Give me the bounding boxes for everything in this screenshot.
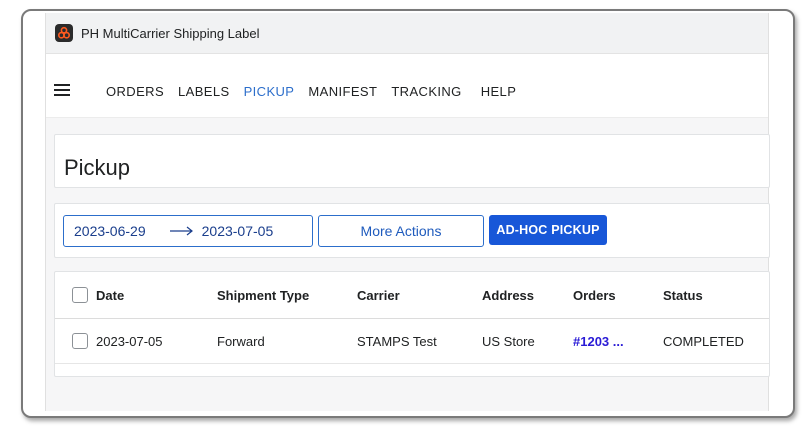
page-header-card: Pickup	[54, 134, 770, 188]
pickup-table-card: Date Shipment Type Carrier Address Order…	[54, 271, 770, 377]
app-logo-icon	[55, 24, 73, 42]
cell-address: US Store	[482, 318, 573, 364]
column-header-date[interactable]: Date	[96, 272, 217, 319]
nav-item-orders[interactable]: ORDERS	[106, 84, 164, 99]
adhoc-pickup-button[interactable]: AD-HOC PICKUP	[489, 215, 607, 245]
app-titlebar: PH MultiCarrier Shipping Label	[46, 13, 768, 54]
date-range-picker[interactable]: 2023-06-29 2023-07-05	[63, 215, 313, 247]
app-container: PH MultiCarrier Shipping Label ORDERS LA…	[45, 13, 770, 411]
app-title: PH MultiCarrier Shipping Label	[81, 25, 260, 41]
top-nav: ORDERS LABELS PICKUP MANIFEST TRACKING H…	[46, 54, 768, 118]
hamburger-menu-icon[interactable]	[54, 84, 70, 96]
row-checkbox[interactable]	[72, 333, 88, 349]
nav-item-manifest[interactable]: MANIFEST	[308, 84, 377, 99]
more-actions-button[interactable]: More Actions	[318, 215, 484, 247]
arrow-right-icon	[169, 226, 194, 236]
nav-item-tracking[interactable]: TRACKING	[391, 84, 461, 99]
table-header-row: Date Shipment Type Carrier Address Order…	[55, 272, 769, 319]
nav-item-pickup[interactable]: PICKUP	[244, 84, 295, 99]
filter-card: 2023-06-29 2023-07-05 More Actions AD-HO…	[54, 203, 770, 258]
select-all-checkbox[interactable]	[72, 287, 88, 303]
table-row[interactable]: 2023-07-05 Forward STAMPS Test US Store …	[55, 318, 769, 364]
date-range-start: 2023-06-29	[74, 223, 146, 239]
cell-date: 2023-07-05	[96, 318, 217, 364]
cell-status: COMPLETED	[663, 318, 769, 364]
order-link[interactable]: #1203 ...	[573, 334, 624, 349]
nav-item-help[interactable]: HELP	[481, 84, 517, 99]
page-title: Pickup	[64, 155, 131, 180]
pickup-table: Date Shipment Type Carrier Address Order…	[55, 272, 769, 364]
nav-menu: ORDERS LABELS PICKUP MANIFEST TRACKING H…	[106, 84, 530, 99]
date-range-end: 2023-07-05	[201, 223, 274, 239]
cell-carrier: STAMPS Test	[357, 318, 482, 364]
column-header-status[interactable]: Status	[663, 272, 769, 319]
app-window: PH MultiCarrier Shipping Label ORDERS LA…	[21, 9, 795, 418]
column-header-address[interactable]: Address	[482, 272, 573, 319]
column-header-orders[interactable]: Orders	[573, 272, 663, 319]
nav-item-labels[interactable]: LABELS	[178, 84, 230, 99]
cell-shipment-type: Forward	[217, 318, 357, 364]
column-header-shipment-type[interactable]: Shipment Type	[217, 272, 357, 319]
column-header-carrier[interactable]: Carrier	[357, 272, 482, 319]
